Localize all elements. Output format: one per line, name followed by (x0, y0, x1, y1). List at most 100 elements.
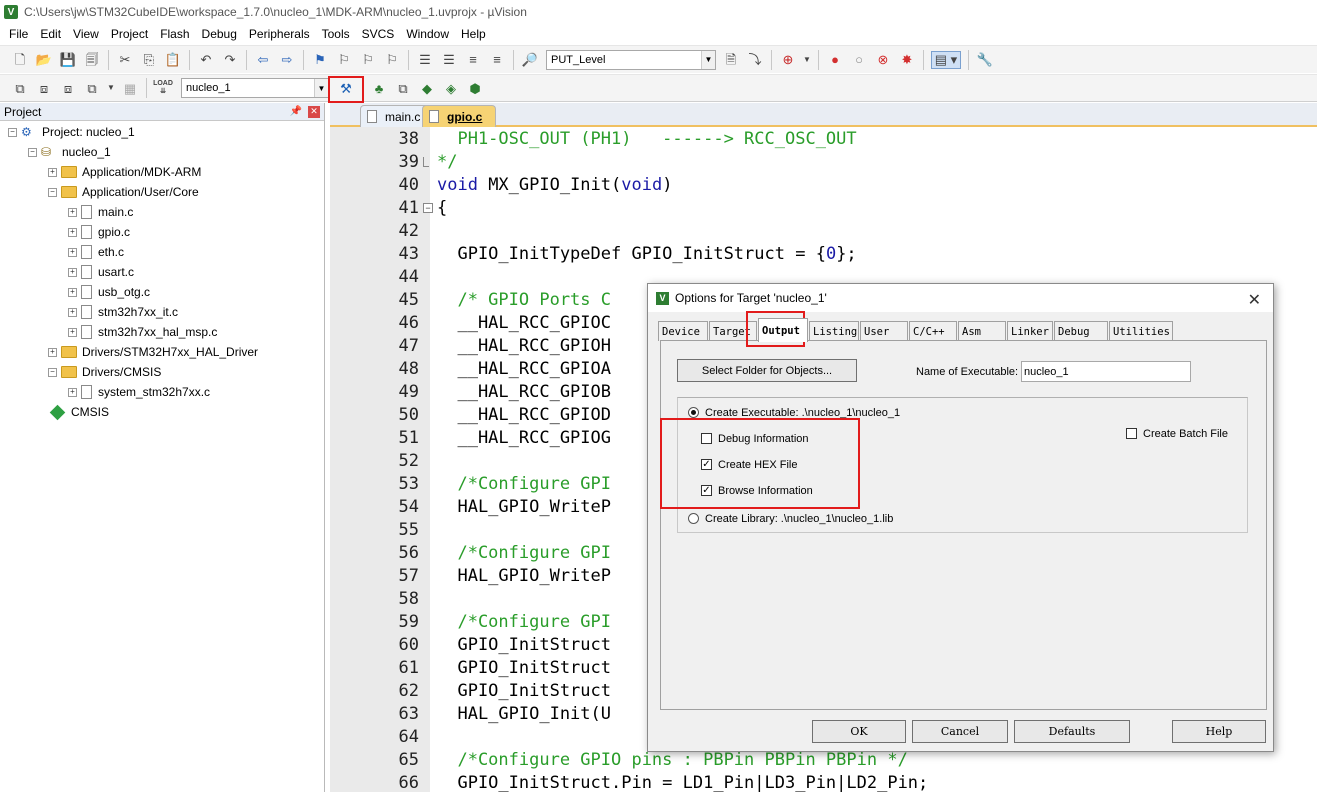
close-icon[interactable]: ✕ (1248, 290, 1261, 310)
collapse-icon[interactable]: − (48, 187, 57, 197)
copy-icon[interactable]: ⎘ (140, 51, 158, 69)
chevron-down-icon[interactable]: ▼ (701, 50, 715, 69)
tree-item[interactable]: − ⚙ Project: nucleo_1 (8, 122, 135, 142)
tab-utilities[interactable]: Utilities (1109, 321, 1173, 341)
create-library-radio[interactable] (688, 513, 699, 524)
save-icon[interactable]: 💾 (59, 51, 77, 69)
window-layout-icon[interactable]: ▤ ▾ (931, 50, 961, 69)
menu-item-flash[interactable]: Flash (154, 27, 195, 41)
menu-item-file[interactable]: File (3, 27, 34, 41)
defaults-button[interactable]: Defaults (1014, 720, 1130, 743)
indent-icon[interactable]: ☰ (416, 51, 434, 69)
manage-runtime-icon[interactable]: ◈ (442, 79, 460, 97)
find-in-files-icon[interactable]: 🔎 (521, 51, 539, 69)
tree-item[interactable]: + system_stm32h7xx.c (68, 382, 210, 402)
browse-information-checkbox[interactable]: ✓ (701, 485, 712, 496)
menu-item-peripherals[interactable]: Peripherals (243, 27, 316, 41)
tree-item[interactable]: + Drivers/STM32H7xx_HAL_Driver (48, 342, 258, 362)
expand-icon[interactable]: + (68, 207, 77, 217)
breakpoint-disable-icon[interactable]: ○ (850, 51, 868, 69)
tab-listing[interactable]: Listing (809, 321, 859, 341)
bookmark-next-icon[interactable]: ⚐ (359, 51, 377, 69)
create-executable-radio[interactable] (688, 407, 699, 418)
paste-icon[interactable]: 📋 (164, 51, 182, 69)
nav-forward-icon[interactable]: ⇨ (278, 51, 296, 69)
menu-item-edit[interactable]: Edit (34, 27, 67, 41)
redo-icon[interactable]: ↷ (221, 51, 239, 69)
cut-icon[interactable]: ✂ (116, 51, 134, 69)
tree-item[interactable]: − ⛁ nucleo_1 (28, 142, 111, 162)
tab-linker[interactable]: Linker (1007, 321, 1053, 341)
new-file-icon[interactable]: 🗋 (11, 51, 29, 69)
menu-item-debug[interactable]: Debug (196, 27, 243, 41)
menu-item-view[interactable]: View (67, 27, 105, 41)
expand-icon[interactable]: + (68, 327, 77, 337)
open-folder-icon[interactable]: 📂 (35, 51, 53, 69)
batch-build-icon[interactable]: ⧉ (83, 79, 101, 97)
find-icon[interactable]: 🗎 (722, 51, 740, 69)
rebuild-icon[interactable]: ⧈ (59, 79, 77, 97)
bookmark-icon[interactable]: ⚑ (311, 51, 329, 69)
tab-target[interactable]: Target (709, 321, 757, 341)
file-extensions-icon[interactable]: ⧉ (394, 79, 412, 97)
cancel-button[interactable]: Cancel (912, 720, 1008, 743)
create-batch-file-checkbox[interactable] (1126, 428, 1137, 439)
tree-item[interactable]: + stm32h7xx_it.c (68, 302, 178, 322)
configure-wrench-icon[interactable]: 🔧 (976, 51, 994, 69)
bookmark-prev-icon[interactable]: ⚐ (335, 51, 353, 69)
build-icon[interactable]: ⧈ (35, 79, 53, 97)
manage-components-icon[interactable]: ♣ (370, 79, 388, 97)
nav-back-icon[interactable]: ⇦ (254, 51, 272, 69)
tab-asm[interactable]: Asm (958, 321, 1006, 341)
bookmark-clear-icon[interactable]: ⚐ (383, 51, 401, 69)
unindent-icon[interactable]: ☰ (440, 51, 458, 69)
breakpoint-kill-all-icon[interactable]: ✸ (898, 51, 916, 69)
expand-icon[interactable]: + (68, 287, 77, 297)
tree-item[interactable]: − Drivers/CMSIS (48, 362, 161, 382)
expand-icon[interactable]: + (48, 167, 57, 177)
chevron-down-icon[interactable]: ▼ (314, 79, 328, 97)
debug-information-checkbox[interactable] (701, 433, 712, 444)
help-button[interactable]: Help (1172, 720, 1266, 743)
breakpoint-disable-all-icon[interactable]: ⊗ (874, 51, 892, 69)
tree-item[interactable]: + stm32h7xx_hal_msp.c (68, 322, 217, 342)
expand-icon[interactable]: + (68, 267, 77, 277)
tab-device[interactable]: Device (658, 321, 708, 341)
menu-item-window[interactable]: Window (400, 27, 455, 41)
name-executable-input[interactable]: nucleo_1 (1021, 361, 1191, 382)
tree-item[interactable]: CMSIS (48, 402, 109, 422)
incremental-find-icon[interactable]: ⤵ (746, 51, 764, 69)
tree-item[interactable]: − Application/User/Core (48, 182, 199, 202)
pack-installer-icon[interactable]: ⬢ (466, 79, 484, 97)
expand-icon[interactable]: + (68, 227, 77, 237)
chevron-down-icon[interactable]: ▼ (107, 79, 115, 97)
tab-debug[interactable]: Debug (1054, 321, 1108, 341)
tab-gpio-c[interactable]: gpio.c (422, 105, 496, 127)
close-icon[interactable]: ✕ (308, 105, 320, 118)
select-packs-icon[interactable]: ◆ (418, 79, 436, 97)
menu-item-help[interactable]: Help (455, 27, 492, 41)
options-for-target-icon[interactable]: ⚒ (337, 79, 355, 97)
expand-icon[interactable]: + (48, 347, 57, 357)
collapse-icon[interactable]: − (48, 367, 57, 377)
tree-item[interactable]: + eth.c (68, 242, 124, 262)
target-combo[interactable]: nucleo_1 ▼ (181, 78, 329, 98)
select-folder-button[interactable]: Select Folder for Objects... (677, 359, 857, 382)
tree-item[interactable]: + Application/MDK-ARM (48, 162, 201, 182)
fold-marker-icon[interactable]: − (423, 203, 433, 213)
comment-icon[interactable]: ≡ (464, 51, 482, 69)
breakpoint-icon[interactable]: ● (826, 51, 844, 69)
menu-item-svcs[interactable]: SVCS (356, 27, 401, 41)
find-combo[interactable]: PUT_Level ▼ (546, 49, 716, 70)
fold-marker-icon[interactable] (423, 157, 429, 167)
ok-button[interactable]: OK (812, 720, 906, 743)
expand-icon[interactable]: + (68, 307, 77, 317)
save-all-icon[interactable]: 🗐 (83, 51, 101, 69)
tree-item[interactable]: + main.c (68, 202, 133, 222)
tree-item[interactable]: + usart.c (68, 262, 134, 282)
collapse-icon[interactable]: − (8, 127, 17, 137)
create-hex-checkbox[interactable]: ✓ (701, 459, 712, 470)
debug-session-icon[interactable]: ⊕ (779, 51, 797, 69)
tab-output[interactable]: Output (758, 318, 808, 342)
translate-icon[interactable]: ⧉ (11, 79, 29, 97)
